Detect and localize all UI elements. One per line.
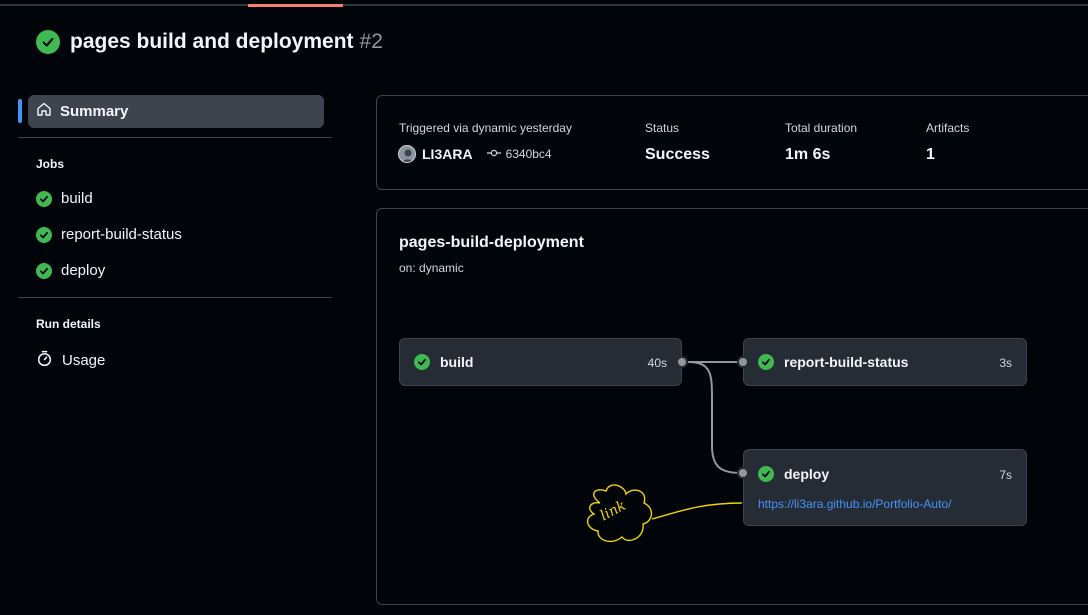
sidebar-item-label: deploy	[61, 262, 106, 279]
sidebar-item-usage[interactable]: Usage	[36, 350, 105, 371]
page-title: pages build and deployment #2	[36, 30, 383, 54]
graph-port	[737, 356, 749, 368]
job-node-duration: 3s	[999, 356, 1012, 370]
sidebar-item-report-build-status[interactable]: report-build-status	[36, 226, 182, 243]
tab-bar-border	[0, 4, 1088, 6]
duration-label: Total duration	[785, 121, 858, 135]
status-label: Status	[645, 121, 680, 135]
commit-link[interactable]: 6340bc4	[486, 147, 552, 161]
sidebar-item-label: Summary	[60, 103, 129, 120]
status-value: Success	[645, 146, 710, 163]
sidebar-divider	[18, 137, 332, 138]
check-circle-icon	[758, 466, 774, 482]
deployment-url-link[interactable]: https://li3ara.github.io/Portfolio-Auto/	[758, 497, 951, 511]
job-node-report-build-status[interactable]: report-build-status 3s	[743, 338, 1027, 386]
sidebar-active-indicator	[18, 99, 22, 123]
job-node-name: report-build-status	[784, 354, 909, 370]
job-node-name: deploy	[784, 466, 830, 482]
sidebar-item-summary[interactable]: Summary	[28, 95, 324, 128]
avatar[interactable]	[398, 145, 416, 163]
job-node-duration: 7s	[999, 468, 1012, 482]
check-circle-icon	[36, 190, 52, 207]
graph-port	[676, 356, 688, 368]
job-node-duration: 40s	[647, 356, 667, 370]
run-number: #2	[359, 30, 383, 53]
actor-name[interactable]: LI3ARA	[422, 146, 473, 162]
duration-value: 1m 6s	[785, 146, 831, 163]
jobs-heading: Jobs	[36, 157, 65, 171]
stopwatch-icon	[36, 350, 53, 371]
job-node-build[interactable]: build 40s	[399, 338, 682, 386]
sidebar-item-label: Usage	[62, 352, 106, 369]
run-details-heading: Run details	[36, 317, 101, 331]
check-circle-icon	[36, 30, 60, 54]
artifacts-value[interactable]: 1	[926, 146, 935, 164]
home-icon	[36, 101, 52, 122]
workflow-graph-panel	[376, 208, 1088, 605]
sidebar-divider	[18, 297, 332, 298]
check-circle-icon	[36, 262, 52, 279]
run-title: pages build and deployment	[70, 30, 354, 53]
artifacts-label: Artifacts	[926, 121, 970, 135]
sidebar-item-deploy[interactable]: deploy	[36, 262, 105, 279]
job-node-name: build	[440, 354, 474, 370]
check-circle-icon	[758, 354, 774, 370]
check-circle-icon	[414, 354, 430, 370]
run-summary-panel	[376, 95, 1088, 190]
check-circle-icon	[36, 226, 52, 243]
commit-sha: 6340bc4	[505, 147, 552, 161]
workflow-name: pages-build-deployment	[399, 234, 584, 251]
actor-info: LI3ARA 6340bc4	[398, 145, 552, 163]
workflow-trigger: on: dynamic	[399, 261, 464, 275]
sidebar-item-label: report-build-status	[61, 226, 182, 243]
job-node-deploy[interactable]: deploy 7s https://li3ara.github.io/Portf…	[743, 449, 1027, 526]
active-tab-indicator	[248, 4, 343, 7]
sidebar-item-label: build	[61, 190, 93, 207]
triggered-label: Triggered via dynamic yesterday	[399, 121, 572, 135]
commit-icon	[486, 147, 501, 161]
sidebar-item-build[interactable]: build	[36, 190, 93, 207]
graph-port	[737, 467, 749, 479]
